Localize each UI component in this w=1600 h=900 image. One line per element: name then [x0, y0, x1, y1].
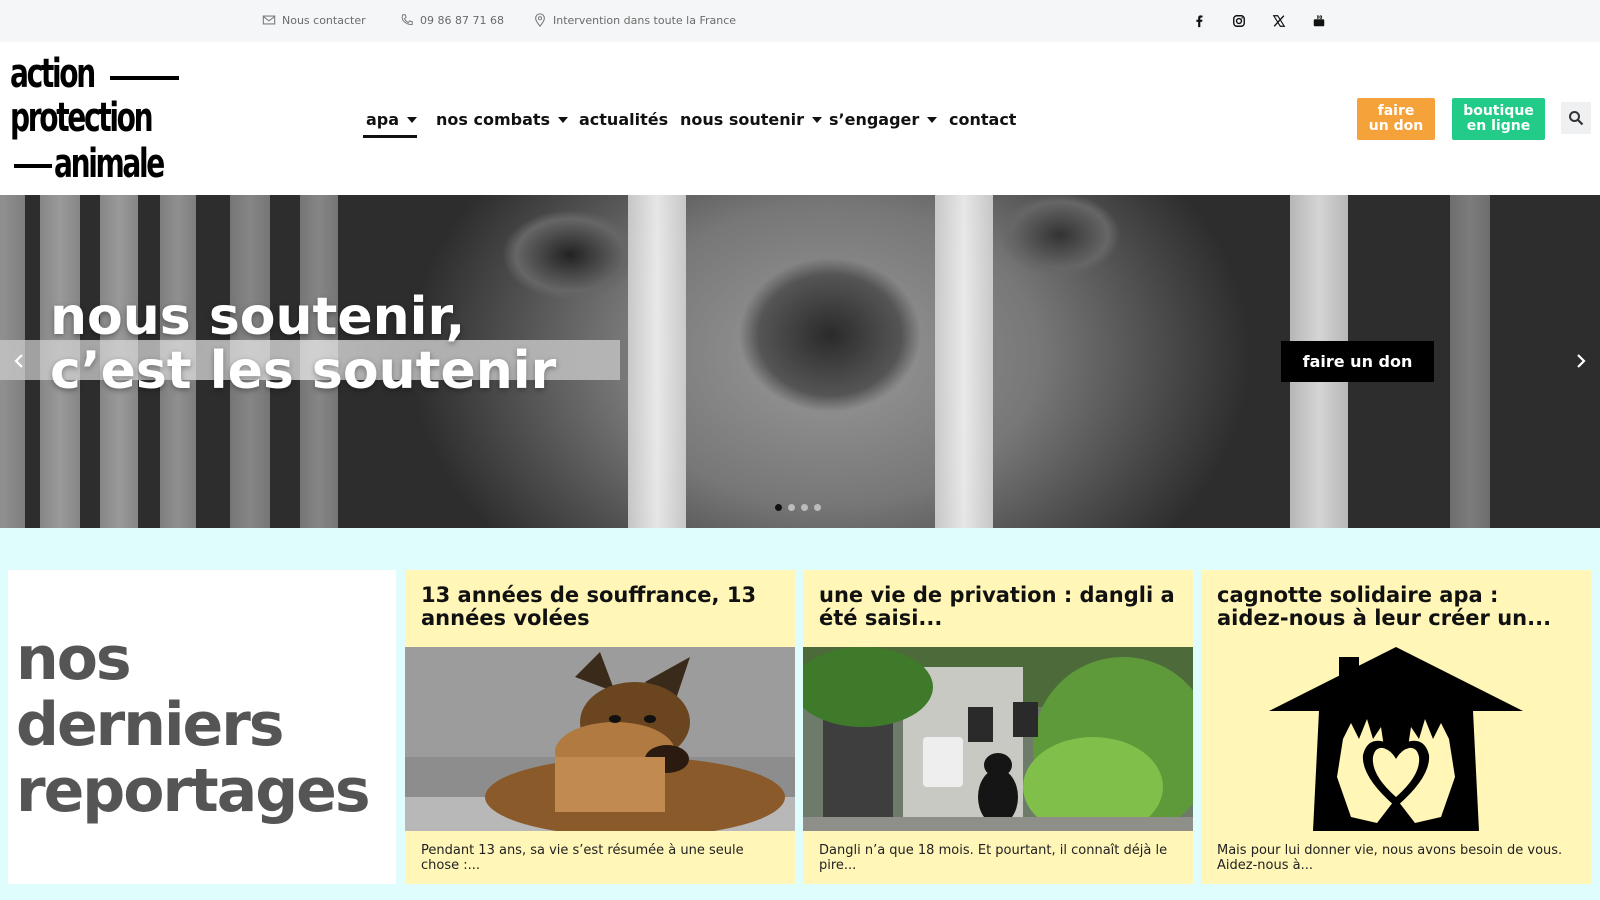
top-bar: Nous contacter 09 86 87 71 68 Interventi…	[0, 0, 1600, 42]
slider-pagination	[775, 504, 821, 511]
facebook-icon[interactable]	[1190, 12, 1208, 30]
hero-slider: nous soutenir, c’est les soutenir faire …	[0, 195, 1600, 528]
phone-icon	[401, 14, 413, 25]
chevron-down-icon	[927, 116, 938, 123]
location-pin-icon	[535, 13, 545, 27]
nav-label-apa: apa	[366, 110, 400, 129]
contact-label: Nous contacter	[282, 13, 366, 27]
slider-dot-2[interactable]	[788, 504, 795, 511]
nav-item-sengager[interactable]: s’engager	[829, 110, 938, 129]
logo-bar-top	[110, 76, 179, 80]
report-card-3[interactable]: cagnotte solidaire apa : aidez-nous à le…	[1201, 570, 1591, 884]
reports-heading-box: nos derniers reportages	[8, 570, 396, 884]
hero-donate-button[interactable]: faire un don	[1281, 341, 1434, 382]
report-card-image-house-hands[interactable]	[1201, 647, 1591, 831]
report-card-excerpt: Mais pour lui donner vie, nous avons bes…	[1217, 843, 1563, 873]
contact-link[interactable]: Nous contacter	[262, 13, 366, 27]
report-card-2[interactable]: une vie de privation : dangli a été sais…	[803, 570, 1193, 884]
search-button[interactable]	[1561, 102, 1591, 134]
slider-prev-arrow-icon[interactable]	[7, 347, 31, 375]
logo-line-1: action	[10, 51, 96, 97]
donate-button[interactable]: faire un don	[1357, 98, 1435, 140]
shop-label-1: boutique	[1463, 103, 1534, 119]
slider-dot-4[interactable]	[814, 504, 821, 511]
shop-button[interactable]: boutique en ligne	[1452, 98, 1545, 140]
report-card-title[interactable]: une vie de privation : dangli a été sais…	[819, 584, 1179, 630]
search-icon	[1569, 111, 1584, 126]
report-card-excerpt: Pendant 13 ans, sa vie s’est résumée à u…	[421, 843, 744, 873]
logo-bar-bottom	[14, 164, 52, 168]
chevron-down-icon	[812, 116, 823, 123]
report-card-title[interactable]: cagnotte solidaire apa : aidez-nous à le…	[1217, 584, 1577, 630]
report-card-1[interactable]: 13 années de souffrance, 13 années volée…	[405, 570, 795, 884]
reports-heading-line-2: derniers	[16, 690, 285, 760]
nav-item-nos-combats[interactable]: nos combats	[436, 110, 569, 129]
hero-title: nous soutenir, c’est les soutenir	[50, 290, 556, 398]
nav-label-contact: contact	[949, 110, 1017, 129]
shop-label-2: en ligne	[1466, 118, 1531, 134]
phone-link[interactable]: 09 86 87 71 68	[400, 13, 504, 27]
instagram-icon[interactable]	[1230, 12, 1248, 30]
report-card-image-chained-dog[interactable]	[803, 647, 1193, 831]
donate-label-2: un don	[1368, 118, 1424, 134]
phone-number: 09 86 87 71 68	[420, 13, 504, 27]
nav-active-indicator	[363, 135, 417, 138]
report-card-image-dog[interactable]	[405, 647, 795, 831]
mail-icon	[262, 15, 276, 25]
location-text: Intervention dans toute la France	[553, 13, 737, 27]
nav-label-actualites: actualités	[579, 110, 669, 129]
reports-heading-line-3: reportages	[16, 756, 371, 826]
hero-title-line-1: nous soutenir,	[50, 287, 466, 347]
slider-dot-1[interactable]	[775, 504, 782, 511]
nav-item-nous-soutenir[interactable]: nous soutenir	[680, 110, 823, 129]
nav-item-contact[interactable]: contact	[949, 110, 1016, 129]
x-icon[interactable]	[1270, 12, 1288, 30]
nav-label-sengager: s’engager	[829, 110, 920, 129]
slider-dot-3[interactable]	[801, 504, 808, 511]
nav-item-actualites[interactable]: actualités	[579, 110, 668, 129]
nav-item-apa[interactable]: apa	[366, 110, 418, 129]
logo-line-3: animale	[54, 141, 165, 187]
report-card-title[interactable]: 13 années de souffrance, 13 années volée…	[421, 584, 781, 630]
report-card-excerpt: Dangli n’a que 18 mois. Et pourtant, il …	[819, 843, 1168, 873]
nav-label-nos-combats: nos combats	[436, 110, 551, 129]
logo-line-2: protection	[10, 95, 154, 141]
chevron-down-icon	[558, 116, 569, 123]
donate-label-1: faire	[1377, 103, 1415, 119]
location-info: Intervention dans toute la France	[533, 13, 736, 27]
site-header: action protection animale apa nos combat…	[0, 42, 1600, 195]
chevron-down-icon	[407, 116, 418, 123]
nav-label-nous-soutenir: nous soutenir	[680, 110, 805, 129]
site-logo[interactable]: action protection animale	[10, 50, 182, 188]
youtube-icon[interactable]	[1310, 12, 1328, 30]
slider-next-arrow-icon[interactable]	[1569, 347, 1593, 375]
hero-title-line-2: c’est les soutenir	[50, 341, 557, 401]
reports-heading: nos derniers reportages	[16, 624, 371, 826]
reports-heading-line-1: nos	[16, 624, 132, 694]
